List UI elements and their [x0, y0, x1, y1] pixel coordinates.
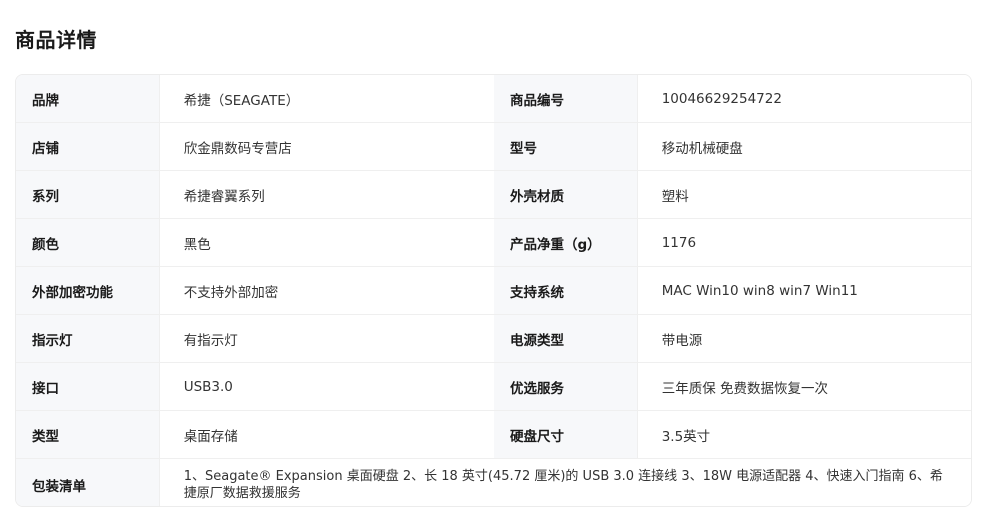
spec-value: 移动机械硬盘 [636, 123, 971, 170]
spec-key: 电源类型 [494, 315, 637, 362]
package-list-value: 1、Seagate® Expansion 桌面硬盘 2、长 18 英寸(45.7… [158, 459, 971, 506]
spec-key: 支持系统 [494, 267, 637, 314]
spec-value: 塑料 [636, 171, 971, 218]
spec-value: 黑色 [158, 219, 494, 266]
spec-table: 品牌 希捷（SEAGATE） 商品编号 10046629254722 店铺 欣金… [15, 74, 972, 507]
spec-value: MAC Win10 win8 win7 Win11 [636, 267, 971, 314]
spec-key: 店铺 [16, 123, 159, 170]
spec-key: 系列 [16, 171, 159, 218]
spec-key: 品牌 [16, 75, 159, 122]
spec-value: 3.5英寸 [636, 411, 971, 458]
page-title: 商品详情 [15, 28, 97, 52]
spec-value: 不支持外部加密 [158, 267, 494, 314]
spec-key: 优选服务 [494, 363, 637, 410]
spec-value: USB3.0 [158, 363, 494, 410]
spec-key: 硬盘尺寸 [494, 411, 637, 458]
spec-value: 桌面存储 [158, 411, 494, 458]
package-list-key: 包装清单 [16, 459, 159, 506]
table-row: 接口 USB3.0 优选服务 三年质保 免费数据恢复一次 [16, 363, 971, 411]
spec-value: 10046629254722 [636, 75, 971, 122]
spec-value: 希捷（SEAGATE） [158, 75, 494, 122]
spec-key: 指示灯 [16, 315, 159, 362]
table-row-package: 包装清单 1、Seagate® Expansion 桌面硬盘 2、长 18 英寸… [16, 459, 971, 506]
table-row: 指示灯 有指示灯 电源类型 带电源 [16, 315, 971, 363]
spec-key: 颜色 [16, 219, 159, 266]
spec-key: 外壳材质 [494, 171, 637, 218]
spec-value: 带电源 [636, 315, 971, 362]
table-row: 颜色 黑色 产品净重（g） 1176 [16, 219, 971, 267]
table-row: 外部加密功能 不支持外部加密 支持系统 MAC Win10 win8 win7 … [16, 267, 971, 315]
spec-value: 欣金鼎数码专营店 [158, 123, 494, 170]
spec-key: 型号 [494, 123, 637, 170]
spec-key: 类型 [16, 411, 159, 458]
table-row: 系列 希捷睿翼系列 外壳材质 塑料 [16, 171, 971, 219]
spec-key: 接口 [16, 363, 159, 410]
spec-value: 1176 [636, 219, 971, 266]
spec-value: 希捷睿翼系列 [158, 171, 494, 218]
spec-value: 三年质保 免费数据恢复一次 [636, 363, 971, 410]
table-row: 品牌 希捷（SEAGATE） 商品编号 10046629254722 [16, 75, 971, 123]
spec-key: 产品净重（g） [494, 219, 637, 266]
table-row: 类型 桌面存储 硬盘尺寸 3.5英寸 [16, 411, 971, 459]
table-row: 店铺 欣金鼎数码专营店 型号 移动机械硬盘 [16, 123, 971, 171]
spec-key: 外部加密功能 [16, 267, 159, 314]
spec-value: 有指示灯 [158, 315, 494, 362]
spec-key: 商品编号 [494, 75, 637, 122]
